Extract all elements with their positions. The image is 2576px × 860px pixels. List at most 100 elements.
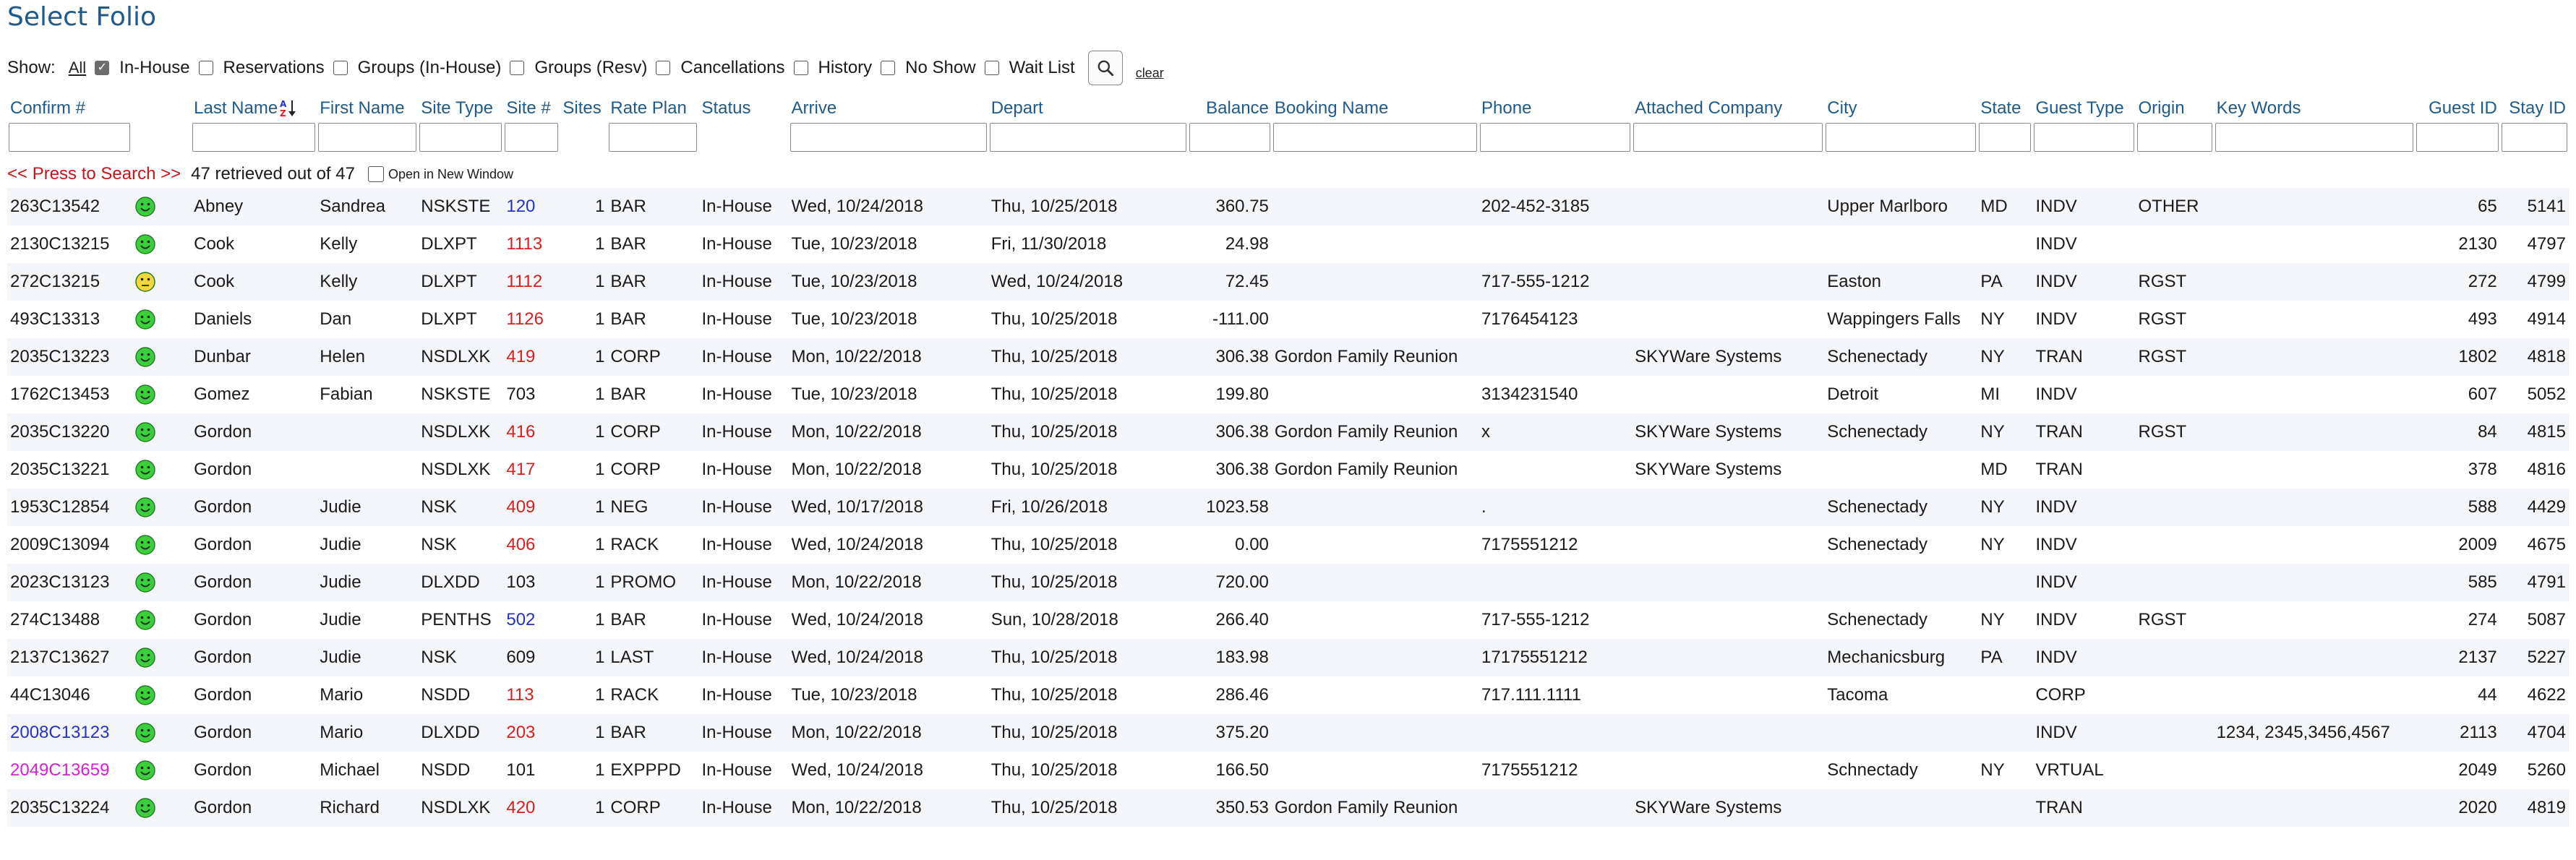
table-row[interactable]: 1762C13453 Gomez Fabian NSKSTE 703 1 BAR In-Hou… <box>7 376 2569 413</box>
cell-confirm[interactable]: 2137C13627 <box>7 639 132 676</box>
filter-checkbox[interactable] <box>333 61 348 75</box>
cell-confirm[interactable]: 2035C13223 <box>7 338 132 376</box>
cell-confirm[interactable]: 2008C13123 <box>7 714 132 752</box>
filter-checkbox[interactable] <box>510 61 525 75</box>
column-header-last[interactable]: Last Name A Z <box>191 90 317 119</box>
filter-option-groups-resv[interactable]: Groups (Resv) <box>510 58 647 78</box>
origin-filter-input[interactable] <box>2136 123 2212 152</box>
press-to-search-link[interactable]: << Press to Search >> <box>7 164 181 184</box>
filter-checkbox[interactable] <box>793 61 808 75</box>
column-header-status[interactable]: Status <box>698 90 788 119</box>
city-filter-input[interactable] <box>1826 123 1977 152</box>
table-row[interactable]: 1953C12854 Gordon Judie NSK 409 1 NEG In-House W… <box>7 489 2569 526</box>
table-row[interactable]: 2008C13123 Gordon Mario DLXDD 203 1 BAR In-Hous… <box>7 714 2569 752</box>
column-header-company[interactable]: Attached Company <box>1632 90 1824 119</box>
last-filter-input[interactable] <box>192 123 316 152</box>
table-row[interactable]: 2023C13123 Gordon Judie DLXDD 103 1 PROMO In-Ho… <box>7 564 2569 601</box>
table-row[interactable]: 2035C13223 Dunbar Helen NSDLXK 419 1 CORP In-Ho… <box>7 338 2569 376</box>
column-header-phone[interactable]: Phone <box>1479 90 1632 119</box>
cell-confirm[interactable]: 2035C13221 <box>7 451 132 489</box>
search-icon <box>1097 60 1113 77</box>
cell-confirm[interactable]: 2009C13094 <box>7 526 132 564</box>
depart-filter-input[interactable] <box>989 123 1186 152</box>
filter-checkbox[interactable]: ✓ <box>95 61 110 75</box>
table-row[interactable]: 272C13215 Cook Kelly DLXPT 1112 1 BAR In-House T… <box>7 263 2569 301</box>
column-header-guestid[interactable]: Guest ID <box>2415 90 2500 119</box>
cell-confirm[interactable]: 2035C13224 <box>7 789 132 827</box>
column-header-state[interactable]: State <box>1977 90 2032 119</box>
column-header-site[interactable]: Site # <box>503 90 560 119</box>
column-header-guesttype[interactable]: Guest Type <box>2032 90 2135 119</box>
table-row[interactable]: 493C13313 Daniels Dan DLXPT 1126 1 BAR In-House… <box>7 301 2569 338</box>
cell-confirm[interactable]: 2049C13659 <box>7 752 132 789</box>
sitetype-filter-input[interactable] <box>419 123 502 152</box>
site-filter-input[interactable] <box>505 123 559 152</box>
filter-option-groups-in-house[interactable]: Groups (In-House) <box>333 58 501 78</box>
column-header-stayid[interactable]: Stay ID <box>2500 90 2569 119</box>
cell-sitetype: NSK <box>421 535 457 554</box>
column-header-rate[interactable]: Rate Plan <box>607 90 698 119</box>
filter-option-wait-list[interactable]: Wait List <box>984 58 1075 78</box>
table-row[interactable]: 2035C13221 Gordon NSDLXK 417 1 CORP In-House Mo… <box>7 451 2569 489</box>
column-header-sitetype[interactable]: Site Type <box>418 90 503 119</box>
table-row[interactable]: 2035C13224 Gordon Richard NSDLXK 420 1 CORP In-… <box>7 789 2569 827</box>
cell-confirm[interactable]: 274C13488 <box>7 601 132 639</box>
sort-az-icon[interactable]: AZ <box>279 98 298 119</box>
cell-confirm[interactable]: 493C13313 <box>7 301 132 338</box>
phone-filter-input[interactable] <box>1480 123 1631 152</box>
column-header-arrive[interactable]: Arrive <box>789 90 988 119</box>
cell-confirm[interactable]: 272C13215 <box>7 263 132 301</box>
cell-status: In-House <box>698 789 789 827</box>
table-row[interactable]: 2049C13659 Gordon Michael NSDD 101 1 EXPPPD In-… <box>7 752 2569 789</box>
cell-confirm[interactable]: 2023C13123 <box>7 564 132 601</box>
column-header-first[interactable]: First Name <box>317 90 418 119</box>
keywords-filter-input[interactable] <box>2215 123 2413 152</box>
state-filter-input[interactable] <box>1979 123 2032 152</box>
filter-checkbox[interactable] <box>198 61 213 75</box>
column-header-origin[interactable]: Origin <box>2136 90 2214 119</box>
table-row[interactable]: 2137C13627 Gordon Judie NSK 609 1 LAST In-House… <box>7 639 2569 676</box>
open-new-window-option[interactable]: Open in New Window <box>367 166 513 182</box>
booking-filter-input[interactable] <box>1272 123 1478 152</box>
table-row[interactable]: 274C13488 Gordon Judie PENTHS 502 1 BAR In-Hous… <box>7 601 2569 639</box>
filter-option-in-house[interactable]: ✓ In-House <box>95 58 190 78</box>
cell-confirm[interactable]: 2035C13220 <box>7 413 132 451</box>
column-header-booking[interactable]: Booking Name <box>1272 90 1479 119</box>
search-button[interactable] <box>1087 51 1123 85</box>
filter-option-cancellations[interactable]: Cancellations <box>656 58 785 78</box>
cell-confirm[interactable]: 44C13046 <box>7 676 132 714</box>
column-header-depart[interactable]: Depart <box>988 90 1188 119</box>
filter-checkbox[interactable] <box>881 61 896 75</box>
column-header-city[interactable]: City <box>1824 90 1977 119</box>
cell-confirm[interactable]: 1953C12854 <box>7 489 132 526</box>
open-new-window-checkbox[interactable] <box>367 166 384 182</box>
column-header-sites[interactable]: Sites <box>560 90 607 119</box>
guesttype-filter-input[interactable] <box>2034 123 2134 152</box>
stayid-filter-input[interactable] <box>2501 123 2567 152</box>
clear-link[interactable]: clear <box>1136 66 1164 81</box>
company-filter-input[interactable] <box>1633 123 1823 152</box>
show-all-link[interactable]: All <box>69 59 86 77</box>
filter-checkbox[interactable] <box>984 61 999 75</box>
filter-option-reservations[interactable]: Reservations <box>198 58 325 78</box>
column-header-confirm[interactable]: Confirm # <box>7 90 132 119</box>
filter-option-no-show[interactable]: No Show <box>881 58 976 78</box>
filter-option-history[interactable]: History <box>793 58 872 78</box>
guestid-filter-input[interactable] <box>2415 123 2499 152</box>
table-row[interactable]: 2035C13220 Gordon NSDLXK 416 1 CORP In-House Mo… <box>7 413 2569 451</box>
column-header-keywords[interactable]: Key Words <box>2214 90 2415 119</box>
cell-confirm[interactable]: 2130C13215 <box>7 225 132 263</box>
column-header-balance[interactable]: Balance <box>1188 90 1272 119</box>
balance-filter-input[interactable] <box>1189 123 1270 152</box>
cell-confirm[interactable]: 263C13542 <box>7 188 132 225</box>
table-row[interactable]: 44C13046 Gordon Mario NSDD 113 1 RACK In-House T… <box>7 676 2569 714</box>
cell-confirm[interactable]: 1762C13453 <box>7 376 132 413</box>
first-filter-input[interactable] <box>318 123 417 152</box>
filter-checkbox[interactable] <box>656 61 671 75</box>
rate-filter-input[interactable] <box>609 123 698 152</box>
confirm-filter-input[interactable] <box>9 123 131 152</box>
table-row[interactable]: 2130C13215 Cook Kelly DLXPT 1113 1 BAR In-House… <box>7 225 2569 263</box>
table-row[interactable]: 2009C13094 Gordon Judie NSK 406 1 RACK In-House… <box>7 526 2569 564</box>
table-row[interactable]: 263C13542 Abney Sandrea NSKSTE 120 1 BAR In-Hou… <box>7 188 2569 225</box>
arrive-filter-input[interactable] <box>790 123 987 152</box>
